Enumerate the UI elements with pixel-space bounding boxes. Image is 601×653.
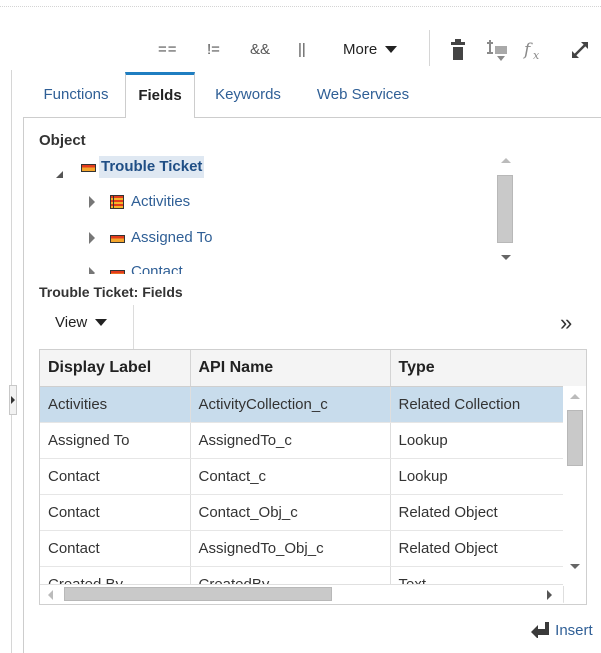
caret-down-icon — [385, 46, 398, 53]
tab-functions[interactable]: Functions — [26, 72, 126, 118]
column-header-type[interactable]: Type — [390, 350, 564, 387]
scroll-left-icon[interactable] — [48, 590, 53, 600]
object-tree: Trouble Ticket Activities Assigned To Co… — [36, 150, 516, 274]
table-row[interactable]: Activities ActivityCollection_c Related … — [40, 386, 564, 423]
insert-button[interactable]: Insert — [531, 622, 593, 642]
object-label: Object — [39, 132, 86, 149]
expand-icon[interactable] — [570, 40, 590, 60]
table-header-row: Display Label API Name Type — [40, 350, 564, 387]
or-operator-button[interactable]: || — [298, 37, 306, 63]
cell-display-label: Activities — [40, 386, 191, 423]
insert-label: Insert — [555, 622, 593, 639]
scroll-up-icon[interactable] — [501, 158, 511, 163]
column-header-api-name[interactable]: API Name — [190, 350, 391, 387]
view-menu-button[interactable]: View — [55, 314, 108, 331]
more-label: More — [343, 41, 378, 58]
table-horizontal-scrollbar[interactable] — [40, 584, 563, 604]
object-icon — [110, 235, 125, 243]
scroll-right-icon[interactable] — [547, 590, 552, 600]
tab-keywords[interactable]: Keywords — [197, 72, 299, 118]
insert-arrow-icon — [531, 622, 551, 642]
more-menu-button[interactable]: More — [343, 37, 398, 63]
panel-border — [11, 70, 12, 653]
delete-icon[interactable] — [449, 39, 467, 61]
filter-icon[interactable] — [485, 40, 509, 62]
table-vscroll-thumb[interactable] — [567, 410, 583, 466]
tree-scroll-thumb[interactable] — [497, 175, 513, 243]
tab-fields[interactable]: Fields — [125, 72, 195, 118]
tab-web-services[interactable]: Web Services — [299, 72, 427, 118]
cell-display-label: Contact — [40, 530, 191, 567]
table-vertical-scrollbar[interactable] — [563, 386, 586, 586]
tree-node-contact[interactable]: Contact — [131, 261, 183, 274]
toolbar-separator — [429, 30, 430, 66]
expand-node-icon[interactable] — [89, 196, 95, 208]
fields-table: Display Label API Name Type Activities A… — [39, 349, 587, 605]
function-icon[interactable]: fx — [522, 38, 548, 62]
cell-api-name: Contact_c — [190, 458, 391, 495]
table-row[interactable]: Assigned To AssignedTo_c Lookup — [40, 422, 564, 459]
header-filler — [562, 350, 586, 387]
cell-type: Related Collection — [390, 386, 564, 423]
splitter-arrow-icon — [11, 396, 15, 404]
tree-node-activities[interactable]: Activities — [131, 191, 190, 213]
cell-display-label: Contact — [40, 494, 191, 531]
cell-api-name: AssignedTo_c — [190, 422, 391, 459]
cell-api-name: AssignedTo_Obj_c — [190, 530, 391, 567]
table-row[interactable]: Contact Contact_Obj_c Related Object — [40, 494, 564, 531]
fields-section-title: Trouble Ticket: Fields — [39, 284, 183, 300]
scroll-down-icon[interactable] — [570, 564, 580, 569]
splitter-handle[interactable] — [9, 385, 17, 415]
not-equals-operator-button[interactable]: != — [207, 37, 220, 63]
view-separator — [133, 305, 134, 349]
table-row[interactable]: Contact AssignedTo_Obj_c Related Object — [40, 530, 564, 567]
scroll-down-icon[interactable] — [501, 255, 511, 260]
cell-type: Lookup — [390, 422, 564, 459]
equals-operator-button[interactable]: == — [158, 37, 178, 63]
cell-display-label: Contact — [40, 458, 191, 495]
table-row[interactable]: Contact Contact_c Lookup — [40, 458, 564, 495]
cell-api-name: ActivityCollection_c — [190, 386, 391, 423]
tree-node-trouble-ticket[interactable]: Trouble Ticket — [99, 156, 205, 178]
tree-scrollbar[interactable] — [495, 150, 517, 272]
cell-type: Related Object — [390, 494, 564, 531]
svg-text:f: f — [522, 40, 533, 60]
svg-text:x: x — [533, 49, 540, 62]
tree-node-assigned-to[interactable]: Assigned To — [131, 227, 212, 249]
caret-down-icon — [95, 319, 108, 326]
view-label: View — [55, 314, 88, 331]
cell-type: Lookup — [390, 458, 564, 495]
collapse-icon[interactable] — [56, 171, 63, 178]
column-header-display-label[interactable]: Display Label — [40, 350, 191, 387]
expand-node-icon[interactable] — [89, 267, 95, 274]
table-hscroll-thumb[interactable] — [64, 587, 332, 601]
collection-icon — [110, 195, 124, 209]
and-operator-button[interactable]: && — [250, 37, 270, 63]
object-icon — [81, 164, 96, 172]
tab-divider — [23, 117, 601, 118]
cell-api-name: Contact_Obj_c — [190, 494, 391, 531]
cell-type: Related Object — [390, 530, 564, 567]
object-icon — [110, 270, 125, 274]
top-divider — [0, 6, 601, 7]
scroll-up-icon[interactable] — [570, 394, 580, 399]
expand-node-icon[interactable] — [89, 232, 95, 244]
cell-display-label: Assigned To — [40, 422, 191, 459]
tab-content-border — [23, 117, 24, 653]
overflow-chevron-icon[interactable]: » — [560, 310, 572, 336]
